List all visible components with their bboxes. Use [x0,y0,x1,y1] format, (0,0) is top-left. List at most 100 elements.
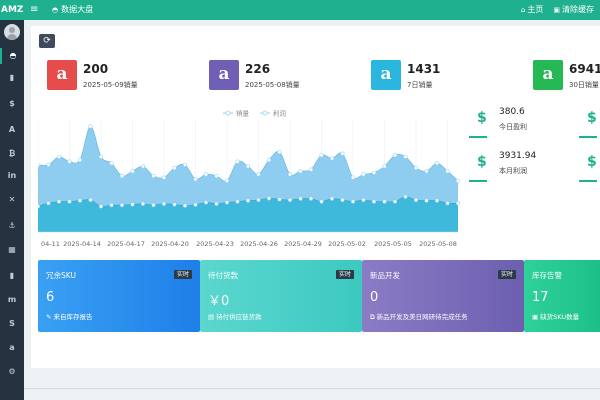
data-point [161,175,167,180]
data-point [77,198,83,203]
amazon-icon[interactable]: a [0,340,24,356]
medium-icon[interactable]: m [0,292,24,308]
anchor-icon[interactable]: ⚓ [0,218,24,234]
home-link[interactable]: ⌂ 主页 [521,0,543,20]
card-redundant-sku[interactable]: 冗余SKU 实时 6 ✎ 来自库存报告 [38,260,200,332]
card-pending-payment[interactable]: 待付货款 实时 ￥0 ▤ 待付供应链货款 [200,260,362,332]
card-desc-text: 来自库存报告 [53,313,93,321]
amazon-icon: a [209,60,239,90]
data-point [350,175,356,180]
magic-icon: ✎ [46,313,52,321]
data-point [434,161,440,166]
legend-marker [262,110,268,116]
data-point [445,169,450,174]
profit-underline [579,180,597,182]
data-point [46,201,51,206]
x-tick-label: 2025-04-20 [151,240,189,248]
settings-icon[interactable]: ⚙ [0,364,24,380]
data-point [319,199,324,204]
main-content: ⟳ a 200 2025-05-09销量 a 226 2025-05-08销量 … [24,20,600,400]
home-icon: ⌂ [520,6,526,14]
font-icon[interactable]: A [0,122,24,138]
data-point [67,159,72,164]
x-tick-label: 2025-05-05 [374,240,412,248]
data-point [382,164,387,169]
dollar-icon: $ [477,154,487,170]
data-point [266,196,272,201]
dashboard-icon[interactable]: ◓ [0,48,24,64]
data-point [350,199,356,204]
bitcoin-icon[interactable]: ₿ [0,146,24,162]
refresh-button[interactable]: ⟳ [39,34,55,48]
data-point [455,201,460,206]
data-point [256,172,261,177]
realtime-badge: 实时 [335,270,354,279]
amazon-icon: a [533,60,563,90]
data-point [266,157,272,163]
data-point [119,203,125,208]
data-point [361,197,366,203]
top-right-actions: ⌂ 主页 ▣ 清除缓存 [521,0,594,20]
brand-logo[interactable]: AMZS [0,0,24,20]
data-point [77,157,83,163]
data-point [413,165,419,171]
linkedin-icon[interactable]: in [0,168,24,184]
data-point [88,124,93,129]
stat-label: 7日销量 [407,81,433,89]
card-stock-alert[interactable]: 库存告警 17 ▣ 缺货SKU数量 [524,260,600,332]
tab-dashboard[interactable]: ◓ 数据大盘 [52,0,93,20]
data-point [151,173,156,179]
sales-chart[interactable]: 04-11 2025-04-14 2025-04-17 2025-04-20 2025-… [38,106,460,252]
profit-value: 3931.94 [499,151,537,161]
card-desc-text: 新品开发及美日网研待完成任务 [376,313,468,321]
data-point [277,149,282,155]
clear-cache-button[interactable]: ▣ 清除缓存 [553,0,594,20]
profit-underline [469,136,487,138]
card-new-product-dev[interactable]: 新品开发 实时 0 ⧉ 新品开发及美日网研待完成任务 [362,260,524,332]
data-point [98,154,104,159]
data-point [371,170,377,175]
dollar-icon: $ [587,110,597,126]
data-point [130,202,135,207]
card-title: 冗余SKU [46,271,76,280]
data-point [214,173,219,179]
avatar[interactable] [4,24,20,40]
profit-label: 本月利润 [499,167,527,175]
data-point [214,201,219,206]
data-point [151,203,156,208]
data-point [203,200,209,205]
profit-label: 今日盈利 [499,123,527,131]
x-tick-label: 2025-04-23 [196,240,234,248]
amazon-icon: a [371,60,401,90]
copy-icon: ⧉ [370,313,375,321]
data-point [329,156,335,161]
data-point [235,199,240,204]
amazon-icon: a [47,60,77,90]
image-icon: ▣ [532,313,539,321]
data-point [67,199,72,204]
data-point [109,203,114,208]
data-point [140,164,146,169]
bank-icon[interactable]: ▦ [0,242,24,258]
menu-icon[interactable]: ≡ [30,4,38,16]
data-point [308,196,314,201]
tab-dashboard-label: 数据大盘 [61,5,94,14]
bar-chart-icon[interactable]: ▮ [0,70,24,86]
stat-value: 1431 [407,62,441,76]
legend-label: 销量 [236,109,250,118]
dashboard-icon: ◓ [52,6,59,14]
sidebar: ◓ ▮ $ A ₿ in ✕ ⚓ ▦ ▮ m Sa ⚙ [0,20,24,400]
data-point [119,173,125,179]
data-point [287,197,293,203]
data-point [392,199,398,204]
dollar-icon[interactable]: $ [0,96,24,112]
clear-cache-label: 清除缓存 [562,5,594,14]
data-point [340,151,345,156]
card-title: 新品开发 [370,271,400,280]
data-point [224,200,230,205]
card-value: 0 [370,290,379,305]
skype-icon[interactable]: S [0,316,24,332]
card-title: 待付货款 [208,271,238,280]
shuffle-icon[interactable]: ✕ [0,192,24,208]
bar-chart-2-icon[interactable]: ▮ [0,268,24,284]
